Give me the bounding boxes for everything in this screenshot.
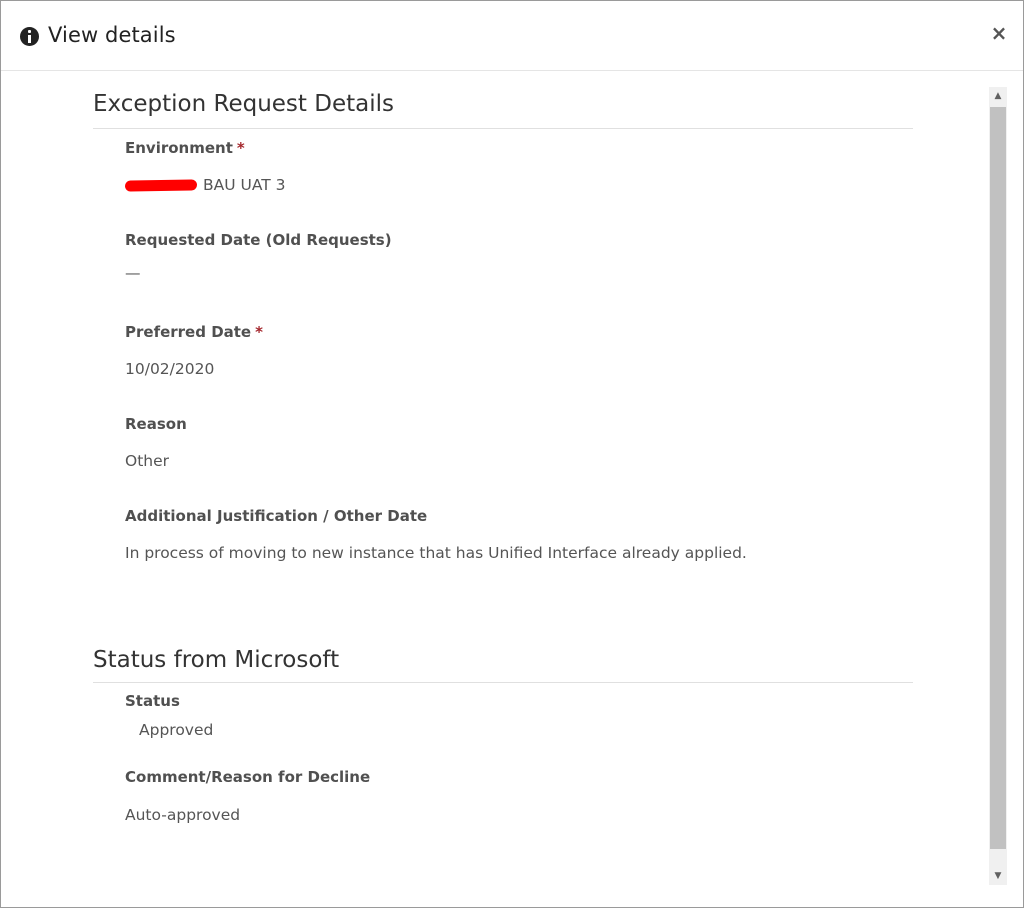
vertical-scrollbar[interactable]: ▲ ▼ [989, 87, 1007, 885]
scrollbar-thumb[interactable] [990, 107, 1006, 849]
environment-value: BAU UAT 3 [124, 176, 286, 194]
status-value: Approved [139, 721, 214, 739]
justification-value: In process of moving to new instance tha… [125, 544, 747, 562]
info-icon [20, 27, 39, 46]
view-details-dialog: View details × Exception Request Details… [0, 0, 1024, 908]
comment-label: Comment/Reason for Decline [125, 768, 371, 786]
environment-label: Environment * [125, 139, 245, 157]
dialog-title: View details [48, 23, 176, 47]
requested-date-value: — [125, 264, 141, 282]
required-marker: * [236, 139, 245, 157]
reason-value: Other [125, 452, 170, 470]
comment-value: Auto-approved [125, 806, 241, 824]
dialog-body[interactable]: Exception Request Details Environment * B… [1, 71, 1023, 907]
section-title-status: Status from Microsoft [93, 647, 340, 673]
scroll-up-arrow-icon[interactable]: ▲ [989, 87, 1007, 105]
requested-date-label: Requested Date (Old Requests) [125, 231, 392, 249]
section-title-exception-request: Exception Request Details [93, 91, 394, 117]
reason-label: Reason [125, 415, 187, 433]
scroll-down-arrow-icon[interactable]: ▼ [989, 867, 1007, 885]
status-label: Status [125, 692, 180, 710]
close-button[interactable]: × [989, 22, 1009, 44]
preferred-date-value: 10/02/2020 [125, 360, 215, 378]
redaction-mark [124, 179, 198, 192]
dialog-header: View details × [1, 1, 1023, 71]
section-divider [93, 128, 913, 129]
section-divider [93, 682, 913, 683]
justification-label: Additional Justification / Other Date [125, 507, 428, 525]
preferred-date-label: Preferred Date * [125, 323, 263, 341]
required-marker: * [255, 323, 263, 341]
